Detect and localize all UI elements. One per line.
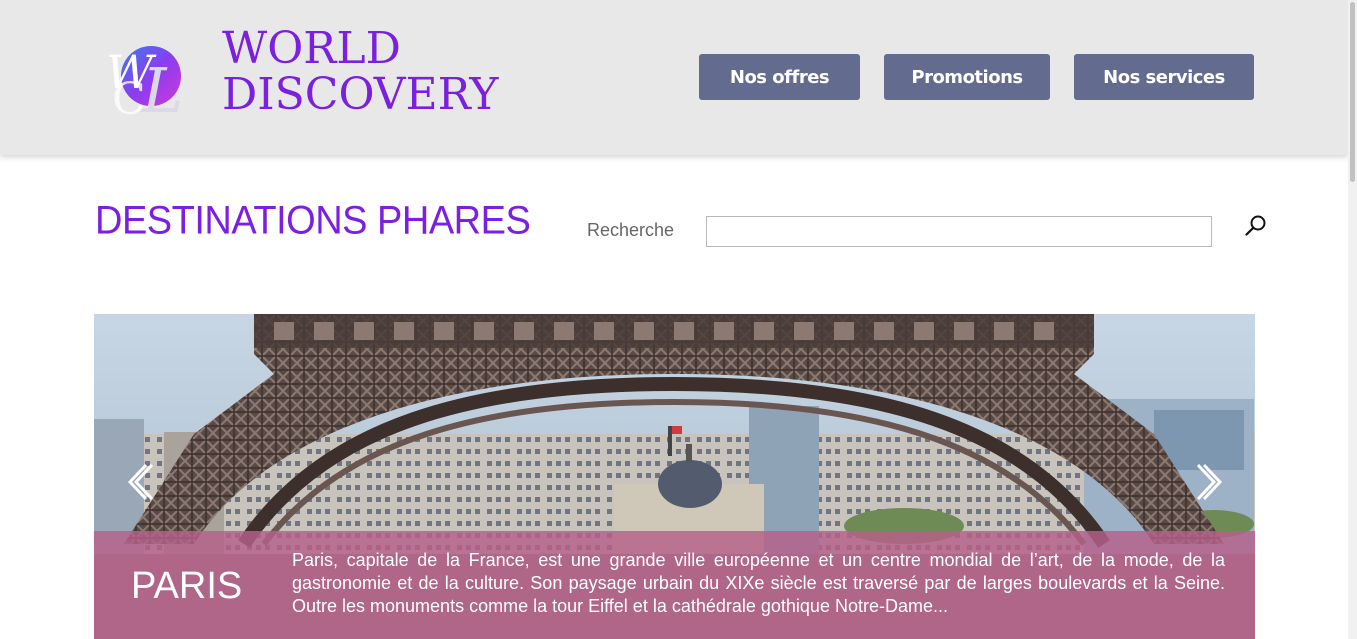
brand-wordmark: WORLD DISCOVERY (222, 26, 498, 118)
nav-promotions-button[interactable]: Promotions (884, 54, 1050, 100)
scrollbar-thumb[interactable] (1350, 2, 1355, 182)
slide-description: Paris, capitale de la France, est une gr… (292, 550, 1225, 616)
page-scrollbar[interactable] (1348, 0, 1357, 639)
brand-monogram-icon: W L C (106, 45, 183, 122)
chevron-left-icon (127, 463, 154, 501)
carousel-prev-button[interactable] (122, 462, 156, 502)
page-title: DESTINATIONS PHARES (95, 198, 531, 244)
nav-offres-button[interactable]: Nos offres (699, 54, 860, 100)
carousel-next-button[interactable] (1194, 462, 1228, 502)
search-button[interactable] (1242, 212, 1270, 240)
site-header: W L C WORLD DISCOVERY Nos offres Promoti… (0, 0, 1348, 155)
slide-city-name: PARIS (131, 565, 243, 607)
nav-services-button[interactable]: Nos services (1074, 54, 1254, 100)
svg-text:L: L (141, 54, 183, 122)
brand-name-line1: WORLD (222, 23, 401, 74)
search-input[interactable] (706, 216, 1212, 247)
search-icon (1245, 215, 1266, 236)
slide-caption: PARIS Paris, capitale de la France, est … (94, 531, 1255, 639)
destination-carousel[interactable]: PARIS Paris, capitale de la France, est … (94, 314, 1255, 639)
brand-name-line2: DISCOVERY (222, 69, 499, 120)
svg-text:C: C (112, 74, 146, 122)
chevron-right-icon (1196, 463, 1223, 501)
search-label: Recherche (587, 220, 675, 240)
brand-logo[interactable]: W L C WORLD DISCOVERY (104, 26, 504, 126)
